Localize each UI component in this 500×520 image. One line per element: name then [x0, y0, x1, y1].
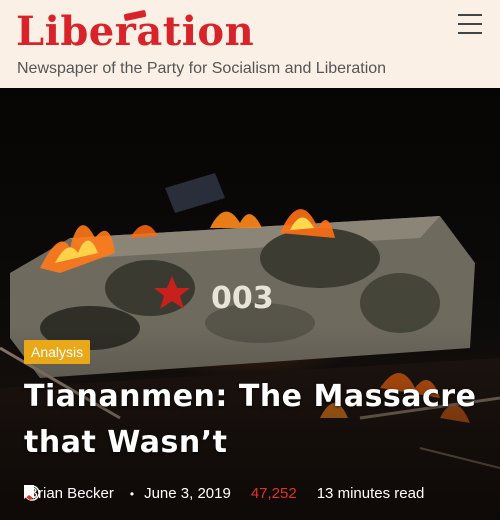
- author[interactable]: Brian Becker: [24, 485, 114, 502]
- read-time-text: 13 minutes read: [316, 485, 425, 502]
- date-text: June 3, 2019: [144, 485, 231, 502]
- hero-image[interactable]: 003 Analysis Tiananmen: The Massacre tha…: [0, 88, 500, 520]
- publish-date: June 3, 2019: [144, 485, 231, 502]
- author-name: Brian Becker: [28, 485, 114, 502]
- category-badge[interactable]: Analysis: [24, 340, 91, 364]
- read-time: 13 minutes read: [24, 485, 425, 502]
- article-meta: Brian Becker • June 3, 2019 47,252 13 mi…: [24, 485, 440, 502]
- view-count: 47,252: [25, 485, 297, 502]
- site-tagline: Newspaper of the Party for Socialism and…: [17, 60, 387, 77]
- article-title[interactable]: Tiananmen: The Massacre that Wasn’t: [24, 374, 484, 466]
- site-logo[interactable]: Liberation: [16, 8, 254, 56]
- site-header: Liberation Newspaper of the Party for So…: [0, 0, 500, 88]
- view-count-text: 47,252: [250, 485, 297, 502]
- separator-dot: •: [129, 486, 135, 501]
- hamburger-menu-icon[interactable]: [458, 14, 482, 34]
